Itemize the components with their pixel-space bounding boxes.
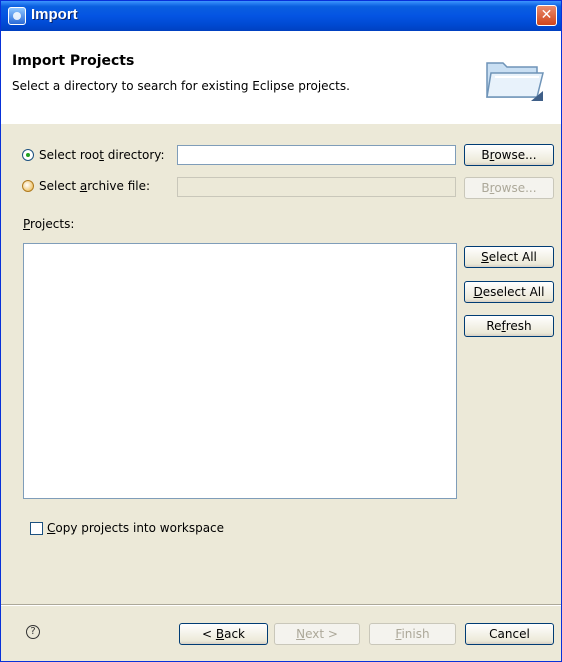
header-banner: Import Projects Select a directory to se… [1,31,561,124]
select-root-directory-option[interactable]: Select root directory: [22,145,165,165]
root-directory-field[interactable] [177,145,456,165]
close-icon: ✕ [540,7,553,23]
page-title: Import Projects [12,53,135,69]
select-all-button[interactable]: Select All [464,246,554,268]
archive-file-label: Select archive file: [39,179,151,193]
help-icon[interactable]: ? [26,625,40,639]
root-directory-radio[interactable] [22,149,34,161]
projects-list[interactable] [23,243,457,499]
finish-button: Finish [369,623,456,645]
close-button[interactable]: ✕ [536,5,557,26]
cancel-button[interactable]: Cancel [465,623,554,645]
browse-root-button[interactable]: Browse... [464,144,554,166]
back-button[interactable]: < Back [179,623,268,645]
archive-file-radio[interactable] [22,180,34,192]
select-archive-file-option[interactable]: Select archive file: [22,176,150,196]
open-folder-icon [486,62,544,101]
banner-separator [1,123,561,124]
page-description: Select a directory to search for existin… [12,79,350,93]
archive-file-field [177,177,456,197]
title-bar[interactable]: Import ✕ [1,1,561,31]
browse-archive-button: Browse... [464,177,554,199]
footer-separator-highlight [1,605,561,606]
copy-projects-checkbox[interactable] [30,522,43,535]
window-title: Import [31,6,78,23]
refresh-button[interactable]: Refresh [464,315,554,337]
deselect-all-button[interactable]: Deselect All [464,281,554,303]
eclipse-app-icon [8,7,26,25]
copy-projects-label: Copy projects into workspace [47,521,225,535]
next-button: Next > [274,623,360,645]
projects-label: Projects: [23,217,75,231]
root-directory-label: Select root directory: [39,148,165,162]
import-dialog: Import ✕ Import Projects Select a direct… [0,0,562,662]
